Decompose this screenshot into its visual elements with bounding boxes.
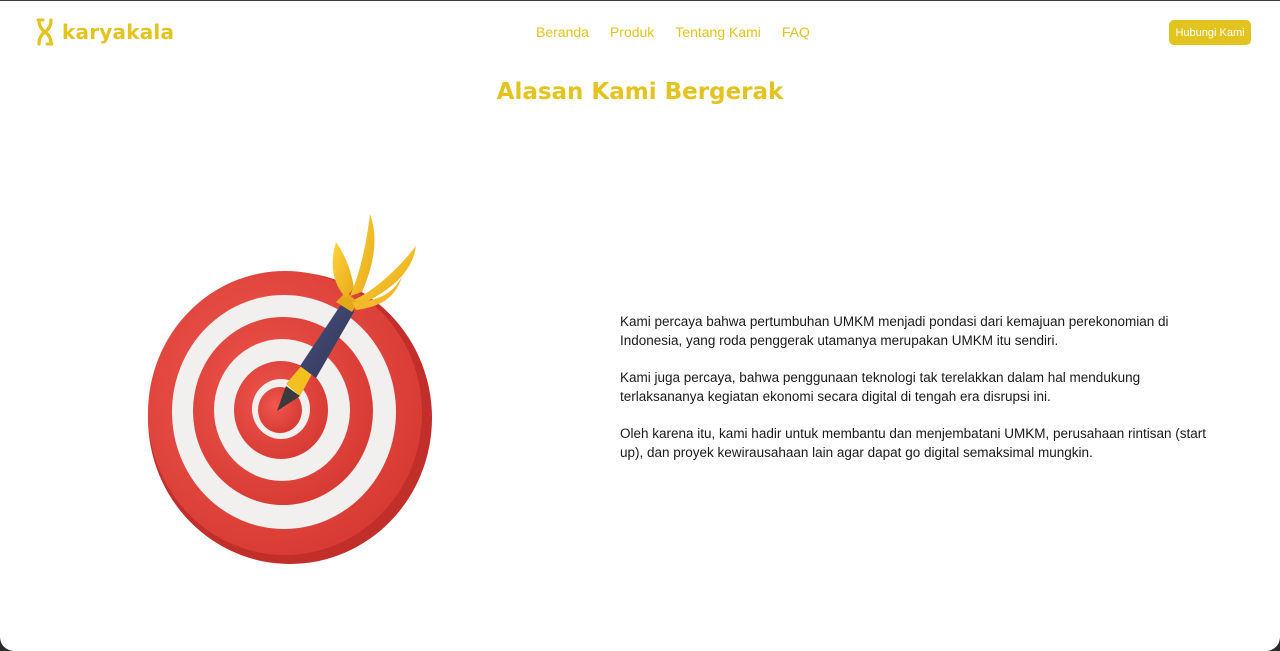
brand-logo[interactable]: karyakala bbox=[36, 18, 174, 46]
reason-paragraph-2: Kami juga percaya, bahwa penggunaan tekn… bbox=[620, 370, 1141, 404]
dartboard-target-icon bbox=[148, 214, 432, 564]
contact-us-button[interactable]: Hubungi Kami bbox=[1169, 20, 1251, 45]
brand-name: karyakala bbox=[62, 20, 175, 44]
reason-paragraph-3: Oleh karena itu, kami hadir untuk memban… bbox=[620, 426, 1207, 460]
nav-link-faq[interactable]: FAQ bbox=[782, 24, 810, 40]
nav-link-beranda[interactable]: Beranda bbox=[536, 24, 589, 40]
reasons-text: Kami percaya bahwa pertumbuhan UMKM menj… bbox=[620, 312, 1210, 480]
nav-link-tentang-kami[interactable]: Tentang Kami bbox=[675, 24, 761, 40]
section-title: Alasan Kami Bergerak bbox=[496, 79, 784, 105]
karyakala-logo-icon bbox=[36, 18, 54, 46]
nav-link-produk[interactable]: Produk bbox=[610, 24, 654, 40]
main-nav: Beranda Produk Tentang Kami FAQ bbox=[536, 24, 810, 40]
reason-paragraph-1: Kami percaya bahwa pertumbuhan UMKM menj… bbox=[620, 314, 1169, 348]
page: karyakala Beranda Produk Tentang Kami FA… bbox=[0, 0, 1280, 651]
navbar: karyakala Beranda Produk Tentang Kami FA… bbox=[0, 1, 1280, 63]
